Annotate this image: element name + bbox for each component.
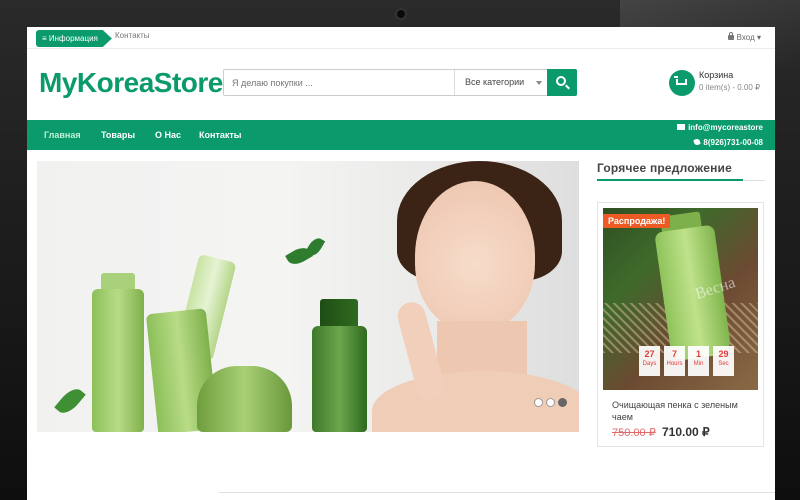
new-price: 710.00 ₽ bbox=[662, 425, 710, 439]
countdown-unit: Min bbox=[693, 361, 704, 367]
product-bottle bbox=[312, 326, 367, 432]
leaf-graphic bbox=[54, 384, 86, 418]
phone-icon bbox=[693, 138, 702, 146]
bottle-cap bbox=[320, 299, 358, 329]
nav-item-products[interactable]: Товары bbox=[101, 130, 135, 140]
lock-icon bbox=[727, 32, 734, 40]
slider-dot[interactable] bbox=[546, 398, 555, 407]
countdown-minutes: 1 Min bbox=[688, 346, 709, 376]
nav-phone-text: 8(926)731-00-08 bbox=[703, 138, 763, 147]
nav-email-text: info@mycoreastore bbox=[688, 123, 763, 132]
product-name-link[interactable]: Очищающая пенка с зеленым чаем bbox=[612, 399, 752, 423]
search-input[interactable] bbox=[224, 70, 454, 95]
cart-title[interactable]: Корзина bbox=[699, 70, 733, 80]
product-jar bbox=[197, 366, 292, 432]
countdown-value: 27 bbox=[644, 349, 655, 359]
slider-dots bbox=[531, 394, 567, 412]
slider-dot[interactable] bbox=[534, 398, 543, 407]
search-bar: Все категории bbox=[223, 69, 577, 96]
product-image[interactable]: Весна Распродажа! 27 Days 7 Hours 1 Min 29 S… bbox=[603, 208, 758, 390]
envelope-icon bbox=[677, 124, 686, 130]
slider-dot-active[interactable] bbox=[558, 398, 567, 407]
search-button[interactable] bbox=[547, 69, 577, 96]
countdown-hours: 7 Hours bbox=[664, 346, 685, 376]
nav-item-home[interactable]: Главная bbox=[44, 130, 81, 140]
hero-slider[interactable] bbox=[37, 161, 579, 432]
product-bottle bbox=[92, 289, 144, 432]
main-nav: Главная Товары О Нас Контакты info@mycor… bbox=[27, 120, 775, 150]
countdown-value: 1 bbox=[695, 349, 701, 359]
cart-total: 0 item(s) - 0.00 ₽ bbox=[699, 83, 761, 92]
hot-offer-card: Весна Распродажа! 27 Days 7 Hours 1 Min 29 S… bbox=[597, 202, 764, 447]
login-label: Вход bbox=[736, 33, 755, 42]
nav-item-about[interactable]: О Нас bbox=[155, 130, 181, 140]
countdown-days: 27 Days bbox=[639, 346, 660, 376]
cart-icon bbox=[674, 76, 687, 85]
category-select[interactable]: Все категории bbox=[454, 70, 548, 95]
contacts-link[interactable]: Контакты bbox=[115, 31, 150, 40]
tablet-frame: ≡ Информация Контакты Вход ▾ MyKoreaStor… bbox=[0, 0, 800, 500]
category-selected-value: Все категории bbox=[465, 77, 525, 87]
nav-email[interactable]: info@mycoreastore bbox=[677, 123, 763, 132]
countdown-value: 29 bbox=[718, 349, 729, 359]
model-face bbox=[415, 181, 535, 331]
sale-badge: Распродажа! bbox=[603, 214, 671, 228]
old-price: 750.00 ₽ bbox=[612, 427, 656, 439]
countdown-unit: Hours bbox=[666, 361, 683, 367]
nav-phone[interactable]: 8(926)731-00-08 bbox=[693, 138, 763, 147]
divider bbox=[219, 492, 775, 493]
site-logo[interactable]: MyKoreaStore bbox=[39, 67, 223, 99]
browser-screen: ≡ Информация Контакты Вход ▾ MyKoreaStor… bbox=[27, 27, 775, 500]
cart-button[interactable] bbox=[669, 70, 695, 96]
search-icon bbox=[556, 76, 566, 86]
login-link[interactable]: Вход ▾ bbox=[727, 32, 761, 42]
camera-icon bbox=[395, 8, 407, 20]
chevron-down-icon bbox=[536, 81, 542, 85]
countdown-value: 7 bbox=[671, 349, 677, 359]
top-bar: ≡ Информация Контакты Вход ▾ bbox=[27, 27, 775, 49]
countdown-unit: Days bbox=[642, 361, 657, 367]
nav-item-contacts[interactable]: Контакты bbox=[199, 130, 241, 140]
title-underline bbox=[597, 179, 743, 181]
info-tab[interactable]: ≡ Информация bbox=[36, 30, 112, 47]
countdown-seconds: 29 Sec bbox=[713, 346, 734, 376]
hot-offer-title: Горячее предложение bbox=[597, 161, 732, 175]
countdown-unit: Sec bbox=[718, 361, 729, 367]
